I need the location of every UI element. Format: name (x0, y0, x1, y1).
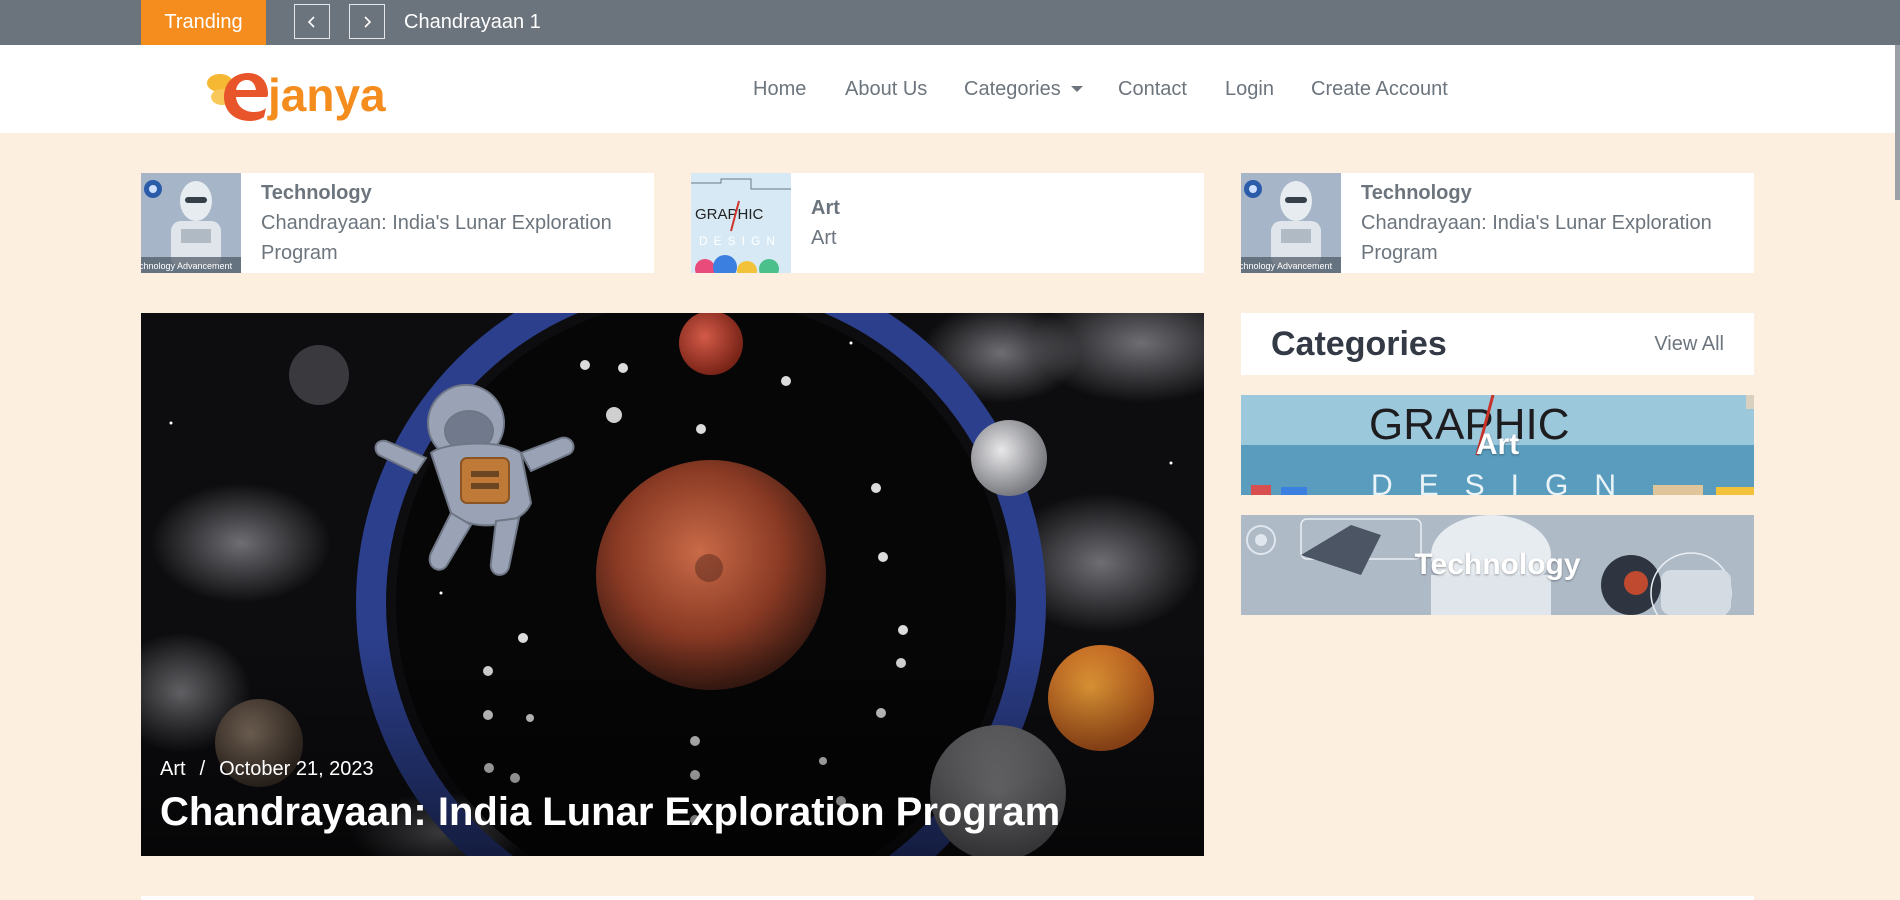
hero-date: October 21, 2023 (219, 758, 374, 780)
chevron-right-icon (364, 15, 372, 28)
nav-create-account[interactable]: Create Account (1311, 45, 1448, 133)
news-strip-text: Technology Chandrayaan: India's Lunar Ex… (1361, 173, 1741, 273)
caret-down-icon (1070, 86, 1083, 92)
nav-categories-label: Categories (964, 77, 1061, 100)
next-section-card (141, 896, 1754, 900)
trending-headline[interactable]: Chandrayaan 1 (404, 0, 541, 45)
svg-text:GRAPHIC: GRAPHIC (695, 206, 764, 223)
news-strip-card[interactable]: GRAPHIC DESIGN Art Art (691, 173, 1204, 273)
news-strip-title[interactable]: Chandrayaan: India's Lunar Exploration P… (261, 208, 641, 268)
news-strip-card[interactable]: chnology Advancement Technology Chandray… (141, 173, 654, 273)
hero-category[interactable]: Art (160, 758, 186, 781)
category-tile-art[interactable]: GRAPHIC DESIGN Art (1241, 395, 1754, 495)
chevron-left-icon (307, 15, 315, 28)
hero-meta: Art / October 21, 2023 (160, 758, 374, 781)
nav-login[interactable]: Login (1225, 45, 1274, 133)
trending-bar: Tranding Chandrayaan 1 (0, 0, 1900, 45)
trending-next-button[interactable] (349, 4, 385, 39)
hero-title[interactable]: Chandrayaan: India Lunar Exploration Pro… (160, 790, 1060, 835)
category-tile-label: Art (1475, 428, 1520, 461)
category-tile-label: Technology (1414, 548, 1581, 581)
news-strip-title[interactable]: Chandrayaan: India's Lunar Exploration P… (1361, 208, 1741, 268)
news-strip-card[interactable]: chnology Advancement Technology Chandray… (1241, 173, 1754, 273)
robot-thumbnail: chnology Advancement (141, 173, 241, 273)
nav-menu: Home About Us Categories Contact Login C… (0, 45, 1900, 133)
svg-text:chnology Advancement: chnology Advancement (1241, 261, 1333, 271)
view-all-link[interactable]: View All (1654, 313, 1724, 375)
news-strip-text: Technology Chandrayaan: India's Lunar Ex… (261, 173, 641, 273)
svg-text:chnology Advancement: chnology Advancement (141, 261, 233, 271)
nav-about-us[interactable]: About Us (845, 45, 927, 133)
news-strip-category[interactable]: Technology (1361, 178, 1741, 208)
trending-label: Tranding (141, 0, 266, 45)
news-strip-category[interactable]: Technology (261, 178, 641, 208)
nav-contact[interactable]: Contact (1118, 45, 1187, 133)
svg-text:DESIGN: DESIGN (699, 234, 781, 248)
nav-categories-dropdown[interactable]: Categories (964, 45, 1083, 133)
trending-prev-button[interactable] (294, 4, 330, 39)
graphic-design-thumbnail: GRAPHIC DESIGN (691, 173, 791, 273)
page-scrollbar[interactable] (1895, 45, 1900, 200)
categories-heading: Categories (1271, 324, 1447, 363)
nav-home[interactable]: Home (753, 45, 806, 133)
news-strip-category[interactable]: Art (811, 193, 1191, 223)
news-strip-title[interactable]: Art (811, 223, 1191, 253)
categories-header: Categories View All (1241, 313, 1754, 375)
hero-separator: / (199, 758, 206, 780)
category-tile-technology[interactable]: Technology (1241, 515, 1754, 615)
robot-thumbnail: chnology Advancement (1241, 173, 1341, 273)
news-strip-text: Art Art (811, 173, 1191, 273)
